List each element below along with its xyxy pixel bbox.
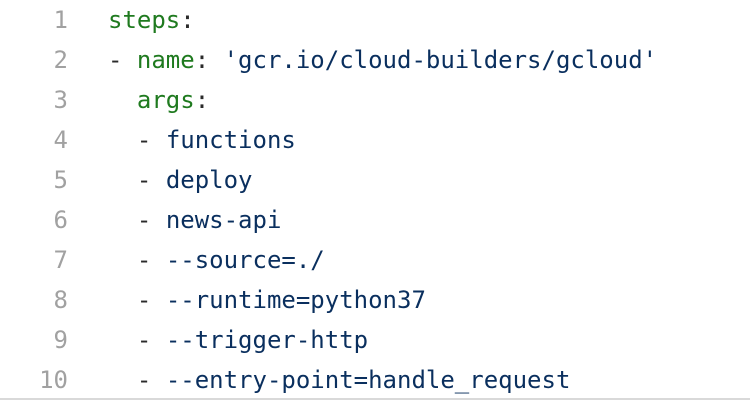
yaml-punct: : (194, 86, 210, 114)
line-number: 7 (53, 246, 68, 274)
code-line: 7 - --source=./ (0, 240, 750, 280)
line-number: 8 (53, 286, 68, 314)
code-content: - news-api (108, 206, 282, 234)
yaml-value: --runtime=python37 (165, 286, 426, 314)
code-content: - name: 'gcr.io/cloud-builders/gcloud' (108, 46, 657, 74)
yaml-punct: - (136, 126, 166, 154)
yaml-value: --source=./ (165, 246, 325, 274)
code-content: - deploy (108, 166, 253, 194)
code-line: 10 - --entry-point=handle_request (0, 360, 750, 400)
yaml-punct: - (136, 286, 166, 314)
line-number: 5 (53, 166, 68, 194)
line-number: 6 (53, 206, 68, 234)
code-line: 2 - name: 'gcr.io/cloud-builders/gcloud' (0, 40, 750, 80)
line-number: 3 (53, 86, 68, 114)
code-line: 4 - functions (0, 120, 750, 160)
yaml-key: name (136, 46, 195, 74)
code-line: 6 - news-api (0, 200, 750, 240)
yaml-string: 'gcr.io/cloud-builders/gcloud' (223, 46, 658, 74)
code-content: args: (108, 86, 209, 114)
yaml-punct: - (108, 46, 137, 74)
line-number: 4 (53, 126, 68, 154)
yaml-punct: - (136, 246, 166, 274)
code-content: - --entry-point=handle_request (108, 366, 570, 394)
yaml-value: --entry-point=handle_request (165, 366, 571, 394)
yaml-punct: : (194, 46, 224, 74)
yaml-value: functions (165, 126, 296, 154)
line-number: 1 (53, 6, 68, 34)
code-content: - --trigger-http (108, 326, 368, 354)
code-line: 9 - --trigger-http (0, 320, 750, 360)
yaml-punct: - (136, 366, 166, 394)
yaml-punct: - (136, 326, 166, 354)
code-content: - --source=./ (108, 246, 325, 274)
code-content: - functions (108, 126, 296, 154)
code-line: 1 steps: (0, 0, 750, 40)
code-line: 8 - --runtime=python37 (0, 280, 750, 320)
yaml-key: steps (108, 6, 181, 34)
code-line: 5 - deploy (0, 160, 750, 200)
yaml-punct: - (136, 206, 166, 234)
yaml-key: args (136, 86, 195, 114)
line-number: 10 (39, 366, 68, 394)
code-editor[interactable]: 1 steps: 2 - name: 'gcr.io/cloud-builder… (0, 0, 750, 400)
yaml-value: --trigger-http (165, 326, 369, 354)
code-line: 3 args: (0, 80, 750, 120)
yaml-punct: : (180, 6, 195, 34)
line-number: 2 (53, 46, 68, 74)
code-content: - --runtime=python37 (108, 286, 426, 314)
yaml-punct: - (136, 166, 166, 194)
code-content: steps: (108, 6, 195, 34)
line-number: 9 (53, 326, 68, 354)
yaml-value: news-api (165, 206, 282, 234)
yaml-value: deploy (165, 166, 253, 194)
